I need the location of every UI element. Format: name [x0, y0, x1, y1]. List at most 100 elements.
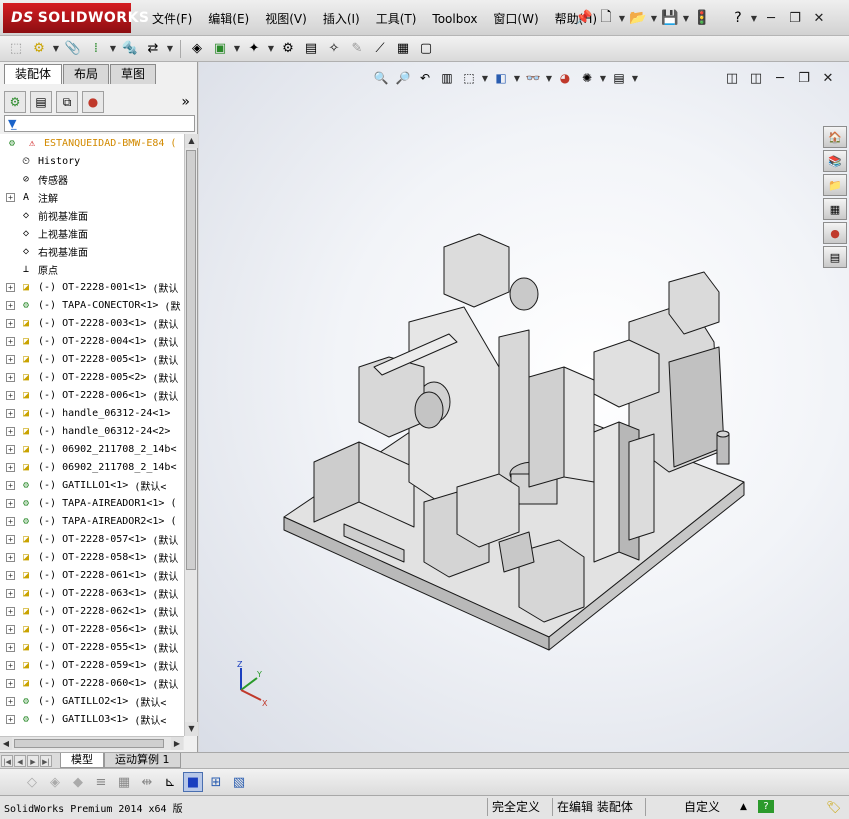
- help-icon[interactable]: ?: [728, 8, 748, 28]
- tree-component[interactable]: + ⚙ (-) TAPA-AIREADOR2<1> (: [0, 512, 184, 530]
- units-menu-icon[interactable]: ▲: [736, 798, 747, 816]
- design-library-icon[interactable]: 📚: [823, 150, 847, 172]
- edit-appearance-icon[interactable]: ◕: [555, 68, 575, 88]
- tree-component[interactable]: + ◪ (-) OT-2228-060<1> (默认: [0, 674, 184, 692]
- section-view-icon[interactable]: ▥: [437, 68, 457, 88]
- tree-component[interactable]: + ◪ (-) OT-2228-001<1> (默认: [0, 278, 184, 296]
- chevron-down-icon[interactable]: ▼: [233, 39, 241, 59]
- first-tab-icon[interactable]: |◀: [1, 754, 13, 767]
- chevron-down-icon[interactable]: ▼: [750, 8, 758, 28]
- tree-component[interactable]: + ◪ (-) OT-2228-057<1> (默认: [0, 530, 184, 548]
- expand-icon[interactable]: +: [6, 444, 15, 454]
- wireframe-icon[interactable]: ◇: [22, 772, 42, 792]
- tree-component[interactable]: + ◪ (-) OT-2228-004<1> (默认: [0, 332, 184, 350]
- tree-component[interactable]: + ◪ (-) handle_06312-24<2>: [0, 422, 184, 440]
- instant3d-icon[interactable]: ▢: [416, 39, 436, 59]
- shaded-icon[interactable]: ◆: [68, 772, 88, 792]
- new-part-icon[interactable]: ⬚: [6, 39, 26, 59]
- expand-icon[interactable]: +: [6, 516, 15, 526]
- graphics-area[interactable]: 🔍 🔎 ↶ ▥ ⬚ ▼ ◧ ▼ 👓 ▼ ◕ ✺ ▼ ▤ ▼ ◫ ◫ ─ ❐ ✕ …: [199, 62, 849, 752]
- tree-component[interactable]: + ◪ (-) handle_06312-24<1>: [0, 404, 184, 422]
- menu-tools[interactable]: 工具(T): [376, 9, 425, 29]
- chevron-down-icon[interactable]: ▼: [618, 8, 626, 28]
- zoom-to-fit-icon[interactable]: 🔍: [371, 68, 391, 88]
- tree-component[interactable]: + ◪ (-) OT-2228-003<1> (默认: [0, 314, 184, 332]
- clearance-verification-icon[interactable]: ▦: [393, 39, 413, 59]
- tree-component[interactable]: + ◪ (-) 06902_211708_2_14b<: [0, 458, 184, 476]
- solidworks-logo[interactable]: DS SOLIDWORKS: [3, 3, 149, 33]
- expand-icon[interactable]: +: [6, 696, 15, 706]
- tree-component[interactable]: + ⚙ (-) TAPA-CONECTOR<1> (默: [0, 296, 184, 314]
- expand-icon[interactable]: +: [6, 570, 15, 580]
- interference-detection-icon[interactable]: ⟋: [370, 39, 390, 59]
- tab-sketch[interactable]: 草图: [110, 64, 157, 84]
- expand-icon[interactable]: +: [6, 624, 15, 634]
- expand-icon[interactable]: +: [6, 714, 15, 724]
- minimize-icon[interactable]: ─: [760, 8, 782, 28]
- next-tab-icon[interactable]: ▶: [27, 754, 39, 767]
- tree-component[interactable]: + ⚙ (-) GATILLO2<1> (默认<: [0, 692, 184, 710]
- display-manager-icon[interactable]: ●: [82, 91, 104, 113]
- align-icon[interactable]: ≡: [91, 772, 111, 792]
- tree-root[interactable]: ⚙ ⚠ ESTANQUEIDAD-BMW-E84 (: [0, 134, 184, 152]
- menu-view[interactable]: 视图(V): [265, 9, 315, 29]
- tree-component[interactable]: + ◪ (-) OT-2228-062<1> (默认: [0, 602, 184, 620]
- filter-field[interactable]: ▼̲: [4, 115, 195, 132]
- pattern-icon[interactable]: ▧: [229, 772, 249, 792]
- tile-right-icon[interactable]: ◫: [745, 68, 767, 88]
- tree-component[interactable]: + ⚙ (-) TAPA-AIREADOR1<1> (: [0, 494, 184, 512]
- expand-icon[interactable]: +: [6, 606, 15, 616]
- 3d-view-icon[interactable]: ■: [183, 772, 203, 792]
- tab-motion-study[interactable]: 运动算例 1: [104, 753, 181, 768]
- new-motion-study-icon[interactable]: ⚙: [278, 39, 298, 59]
- apply-scene-icon[interactable]: ✺: [577, 68, 597, 88]
- explode-line-sketch-icon[interactable]: ✎: [347, 39, 367, 59]
- help-icon[interactable]: ?: [758, 800, 774, 813]
- expand-icon[interactable]: +: [6, 354, 15, 364]
- scroll-up-icon[interactable]: ▲: [185, 134, 198, 148]
- show-hidden-icon[interactable]: ◈: [187, 39, 207, 59]
- tile-left-icon[interactable]: ◫: [721, 68, 743, 88]
- tab-layout[interactable]: 布局: [63, 64, 110, 84]
- restore-icon[interactable]: ❐: [784, 8, 806, 28]
- view-settings-icon[interactable]: ▤: [609, 68, 629, 88]
- chevron-right-icon[interactable]: »: [181, 94, 190, 110]
- tree-item[interactable]: ⊘ 传感器: [0, 170, 184, 188]
- rebuild-icon[interactable]: 🚦: [692, 8, 712, 28]
- expand-icon[interactable]: +: [6, 336, 15, 346]
- menu-insert[interactable]: 插入(I): [323, 9, 368, 29]
- tree-horizontal-scrollbar[interactable]: ◀ ▶: [0, 736, 184, 750]
- close-icon[interactable]: ✕: [817, 68, 839, 88]
- save-icon[interactable]: 💾: [660, 8, 680, 28]
- chevron-down-icon[interactable]: ▼: [52, 39, 60, 59]
- custom-properties-icon[interactable]: ▤: [823, 246, 847, 268]
- chevron-down-icon[interactable]: ▼: [267, 39, 275, 59]
- scroll-thumb[interactable]: [186, 150, 196, 570]
- tree-vertical-scrollbar[interactable]: ▲ ▼: [184, 134, 198, 736]
- linear-pattern-icon[interactable]: ⁞: [86, 39, 106, 59]
- insert-component-icon[interactable]: ⚙: [29, 39, 49, 59]
- view-palette-icon[interactable]: ▦: [823, 198, 847, 220]
- tree-component[interactable]: + ⚙ (-) GATILLO1<1> (默认<: [0, 476, 184, 494]
- property-manager-icon[interactable]: ▤: [30, 91, 52, 113]
- tree-component[interactable]: + ◪ (-) OT-2228-006<1> (默认: [0, 386, 184, 404]
- expand-icon[interactable]: +: [6, 660, 15, 670]
- feature-manager-icon[interactable]: ⚙: [4, 91, 26, 113]
- status-units[interactable]: 自定义: [680, 798, 720, 816]
- expand-icon[interactable]: +: [6, 390, 15, 400]
- chevron-down-icon[interactable]: ▼: [599, 68, 607, 88]
- menu-edit[interactable]: 编辑(E): [208, 9, 257, 29]
- file-explorer-icon[interactable]: 📁: [823, 174, 847, 196]
- tree-item[interactable]: ◇ 上视基准面: [0, 224, 184, 242]
- expand-icon[interactable]: +: [6, 588, 15, 598]
- distribute-icon[interactable]: ⇹: [137, 772, 157, 792]
- menu-toolbox[interactable]: Toolbox: [432, 9, 485, 29]
- assembly-model[interactable]: [199, 62, 849, 752]
- configuration-manager-icon[interactable]: ⧉: [56, 91, 78, 113]
- grid-icon[interactable]: ▦: [114, 772, 134, 792]
- exploded-view-icon[interactable]: ✧: [324, 39, 344, 59]
- reference-geometry-icon[interactable]: ✦: [244, 39, 264, 59]
- scroll-right-icon[interactable]: ▶: [171, 737, 183, 750]
- expand-icon[interactable]: +: [6, 192, 15, 202]
- assembly-features-icon[interactable]: ▣: [210, 39, 230, 59]
